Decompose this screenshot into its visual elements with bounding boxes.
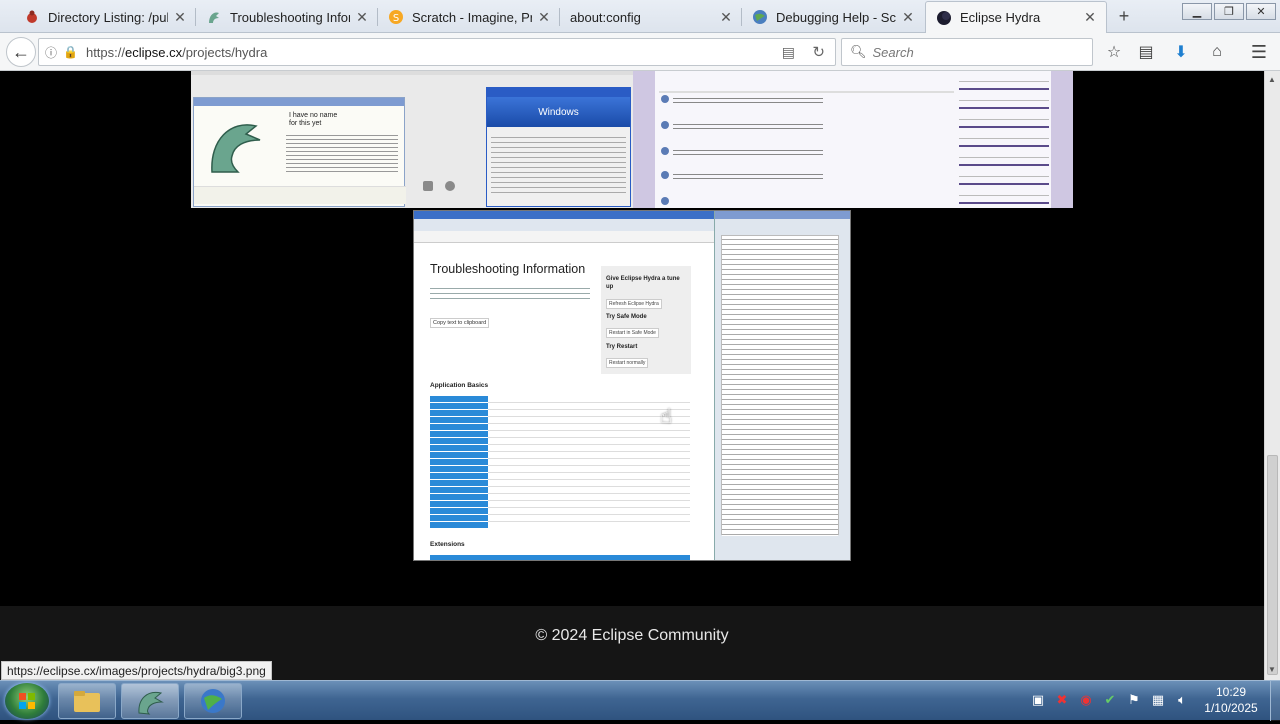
search-icon: 🔍︎ — [850, 44, 867, 59]
gallery-thumbnail-hydra-about[interactable]: I have no name for this yet Windows — [191, 71, 633, 208]
about-dialog-footer — [194, 186, 406, 204]
hydra-dragon-icon — [211, 124, 261, 173]
forum-list — [659, 71, 954, 208]
tray-error-icon[interactable]: ✖ — [1054, 692, 1070, 708]
thumb-sidebar-title: Give Eclipse Hydra a tune up — [606, 276, 680, 290]
gallery-thumbnail-forum[interactable] — [633, 71, 1073, 208]
tray-antivirus-icon[interactable]: ◉ — [1078, 692, 1094, 708]
thumb-task-manager — [714, 211, 850, 560]
scroll-up-icon[interactable]: ▲ — [1268, 75, 1276, 84]
tray-network-icon[interactable]: ▣ — [1030, 692, 1046, 708]
close-tab-icon[interactable]: ✕ — [174, 9, 186, 26]
taskbar-hydra-button[interactable] — [121, 683, 179, 719]
reload-icon[interactable]: ↻ — [812, 43, 825, 61]
back-arrow-icon: ← — [12, 41, 30, 62]
tray-sync-icon[interactable]: ✔ — [1102, 692, 1118, 708]
tab-directory-listing[interactable]: Directory Listing: /pub ✕ — [14, 2, 196, 32]
tray-flag-icon[interactable]: ⚑ — [1126, 692, 1142, 708]
thumb-copy-button: Copy text to clipboard — [430, 318, 490, 328]
thumb-browser-window: Troubleshooting Information Copy text to… — [414, 211, 714, 560]
bug-icon — [24, 9, 40, 25]
close-tab-icon[interactable]: ✕ — [720, 9, 732, 26]
info-icon[interactable]: ⓘ — [45, 44, 57, 61]
scroll-down-icon[interactable]: ▼ — [1268, 665, 1276, 674]
scrollbar-thumb[interactable] — [1267, 455, 1278, 675]
hand-cursor-icon: ☝ — [660, 406, 673, 428]
url-text: https://eclipse.cx/projects/hydra — [85, 44, 268, 60]
svg-text:S: S — [393, 13, 399, 24]
toolbar-icons-row — [419, 181, 479, 203]
clock-time: 10:29 — [1215, 685, 1247, 699]
taskbar-explorer-button[interactable] — [58, 683, 116, 719]
folder-icon — [74, 691, 100, 712]
tab-eclipse-hydra[interactable]: Eclipse Hydra ✕ — [925, 1, 1107, 33]
thumb-page-title: Troubleshooting Information — [430, 262, 586, 276]
globe-icon — [752, 9, 768, 25]
thumb-extensions-header — [430, 555, 690, 560]
status-url: https://eclipse.cx/images/projects/hydra… — [1, 661, 272, 680]
hydra-icon — [206, 9, 222, 25]
downloads-icon[interactable]: ⬇ — [1170, 41, 1192, 63]
bookmarks-list-icon[interactable]: ▤ — [1135, 41, 1157, 63]
thumb-restart-title: Try Restart — [606, 344, 638, 350]
gallery-thumbnail-troubleshooting[interactable]: Troubleshooting Information Copy text to… — [413, 210, 851, 561]
thumb-safe-mode-title: Try Safe Mode — [606, 314, 647, 320]
thumb-basics-table — [430, 396, 690, 528]
page-scrollbar[interactable]: ▲ ▼ — [1264, 71, 1280, 680]
thumb-safe-mode-button: Restart in Safe Mode — [606, 328, 659, 338]
close-tab-icon[interactable]: ✕ — [902, 9, 914, 26]
thumb-restart-button: Restart normally — [606, 358, 649, 368]
windows-banner: Windows — [487, 97, 630, 127]
lock-icon: 🔒 — [63, 45, 78, 59]
about-dialog-text: I have no name for this yet — [289, 112, 338, 127]
url-bar[interactable]: ⓘ 🔒 https://eclipse.cx/projects/hydra ▤ … — [38, 38, 836, 66]
thumb-intro-text — [430, 284, 590, 302]
bookmark-star-icon[interactable]: ☆ — [1103, 41, 1125, 63]
scratch-icon: S — [388, 9, 404, 25]
new-tab-button[interactable]: + — [1114, 6, 1134, 26]
tray-display-icon[interactable]: ▦ — [1150, 692, 1166, 708]
navigation-bar: ← ⓘ 🔒 https://eclipse.cx/projects/hydra … — [0, 33, 1280, 71]
maximize-button[interactable]: ❐ — [1214, 3, 1244, 20]
start-button[interactable] — [5, 683, 49, 719]
footer-copyright: © 2024 Eclipse Community — [535, 627, 729, 644]
close-tab-icon[interactable]: ✕ — [356, 9, 368, 26]
back-button[interactable]: ← — [6, 37, 36, 67]
taskbar-clock[interactable]: 10:29 1/10/2025 — [1196, 684, 1266, 716]
forum-last-post-column — [959, 71, 1049, 208]
tab-about-config[interactable]: about:config ✕ — [560, 2, 742, 32]
page-content: I have no name for this yet Windows Trou… — [0, 71, 1264, 680]
eclipse-icon — [936, 10, 952, 26]
winver-dialog: Windows — [486, 87, 631, 207]
search-input[interactable]: 🔍︎ Search — [841, 38, 1093, 66]
menu-icon[interactable]: ☰ — [1248, 41, 1270, 63]
thumb-refresh-button: Refresh Eclipse Hydra — [606, 299, 662, 309]
taskbar: ▣ ✖ ◉ ✔ ⚑ ▦ 🔈︎ 10:29 1/10/2025 — [0, 680, 1280, 721]
tab-scratch[interactable]: S Scratch - Imagine, Prog ✕ — [378, 2, 560, 32]
taskbar-browser-button[interactable] — [184, 683, 242, 719]
about-dialog: I have no name for this yet — [193, 97, 406, 207]
tray-volume-icon[interactable]: 🔈︎ — [1174, 692, 1190, 708]
tab-debugging-help[interactable]: Debugging Help - Scra ✕ — [742, 2, 924, 32]
home-icon[interactable]: ⌂ — [1206, 41, 1228, 63]
thumb-sidebar-box: Give Eclipse Hydra a tune up Refresh Ecl… — [601, 266, 691, 374]
thumb-section-basics: Application Basics — [430, 382, 489, 389]
reader-view-icon[interactable]: ▤ — [782, 44, 795, 61]
close-tab-icon[interactable]: ✕ — [538, 9, 550, 26]
winver-text — [491, 133, 626, 193]
clock-date: 1/10/2025 — [1204, 701, 1258, 715]
close-tab-icon[interactable]: ✕ — [1084, 9, 1096, 26]
globe-icon — [201, 689, 225, 713]
tab-bar: Directory Listing: /pub ✕ Troubleshootin… — [0, 0, 1280, 33]
close-window-button[interactable]: ✕ — [1246, 3, 1276, 20]
show-desktop-button[interactable] — [1270, 681, 1280, 721]
about-dialog-body — [286, 132, 398, 172]
windows-logo-icon — [19, 693, 35, 709]
hydra-icon — [138, 691, 164, 715]
thumb-section-extensions: Extensions — [430, 541, 465, 548]
tab-troubleshooting[interactable]: Troubleshooting Infor ✕ — [196, 2, 378, 32]
minimize-button[interactable]: ▁ — [1182, 3, 1212, 20]
